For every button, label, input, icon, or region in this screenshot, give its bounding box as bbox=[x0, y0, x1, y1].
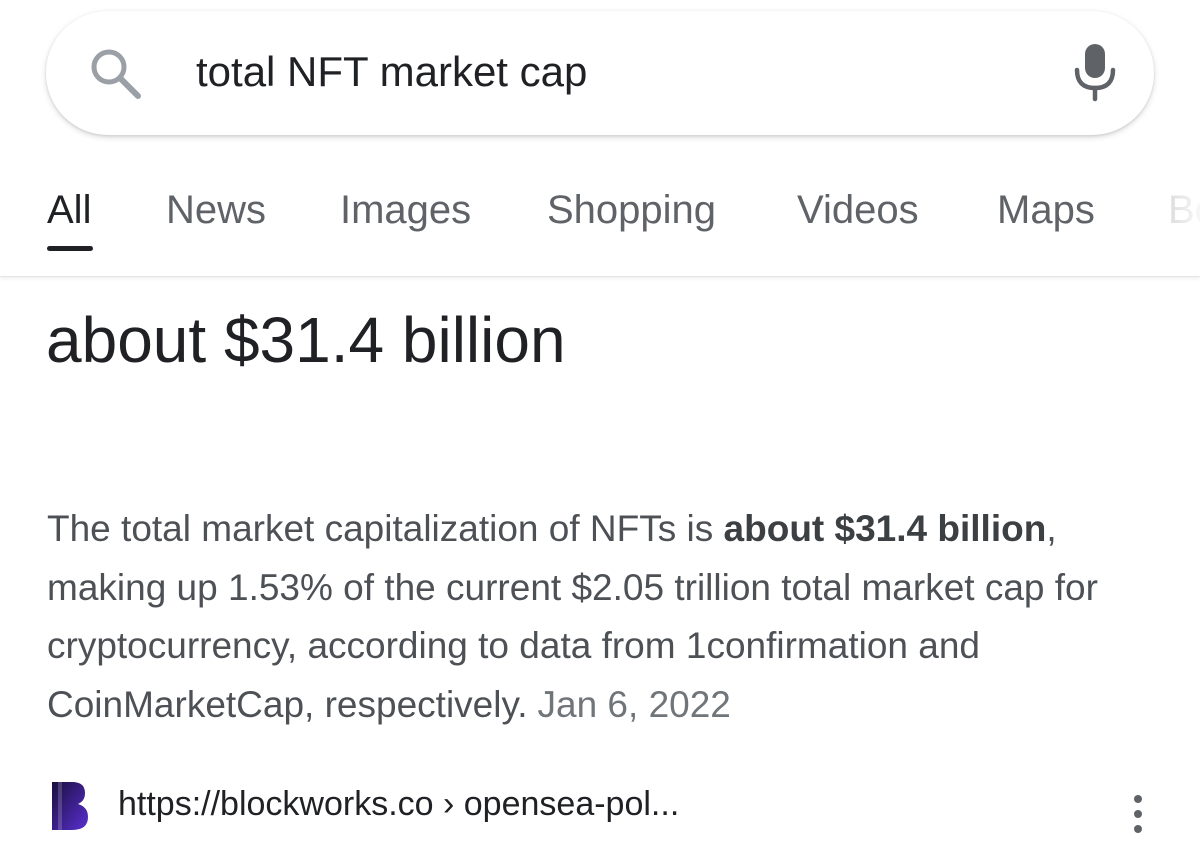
tab-news[interactable]: News bbox=[166, 186, 266, 234]
mic-icon[interactable] bbox=[1070, 42, 1120, 102]
search-icon[interactable] bbox=[86, 44, 146, 104]
blockworks-logo-icon bbox=[52, 782, 88, 830]
tab-shopping[interactable]: Shopping bbox=[547, 186, 716, 234]
tab-images[interactable]: Images bbox=[340, 186, 471, 234]
snippet-date: Jan 6, 2022 bbox=[537, 683, 731, 725]
more-vert-icon[interactable] bbox=[1126, 794, 1150, 834]
tab-all[interactable]: All bbox=[47, 186, 91, 234]
search-input[interactable]: total NFT market cap bbox=[196, 44, 587, 100]
featured-answer: about $31.4 billion bbox=[46, 304, 566, 376]
search-results-page: total NFT market cap All News Images Sho… bbox=[0, 0, 1200, 855]
tab-videos[interactable]: Videos bbox=[797, 186, 919, 234]
featured-snippet-text: The total market capitalization of NFTs … bbox=[47, 500, 1167, 734]
tab-active-indicator bbox=[47, 246, 93, 251]
search-tabs: All News Images Shopping Videos Maps Bo bbox=[0, 180, 1200, 277]
tab-maps[interactable]: Maps bbox=[997, 186, 1095, 234]
result-url[interactable]: https://blockworks.co › opensea-pol... bbox=[118, 782, 679, 826]
result-source[interactable]: https://blockworks.co › opensea-pol... bbox=[52, 780, 1152, 830]
snippet-bold-answer: about $31.4 billion bbox=[723, 508, 1047, 549]
snippet-text-before: The total market capitalization of NFTs … bbox=[47, 508, 724, 549]
tab-fade-overlay bbox=[1140, 180, 1200, 260]
